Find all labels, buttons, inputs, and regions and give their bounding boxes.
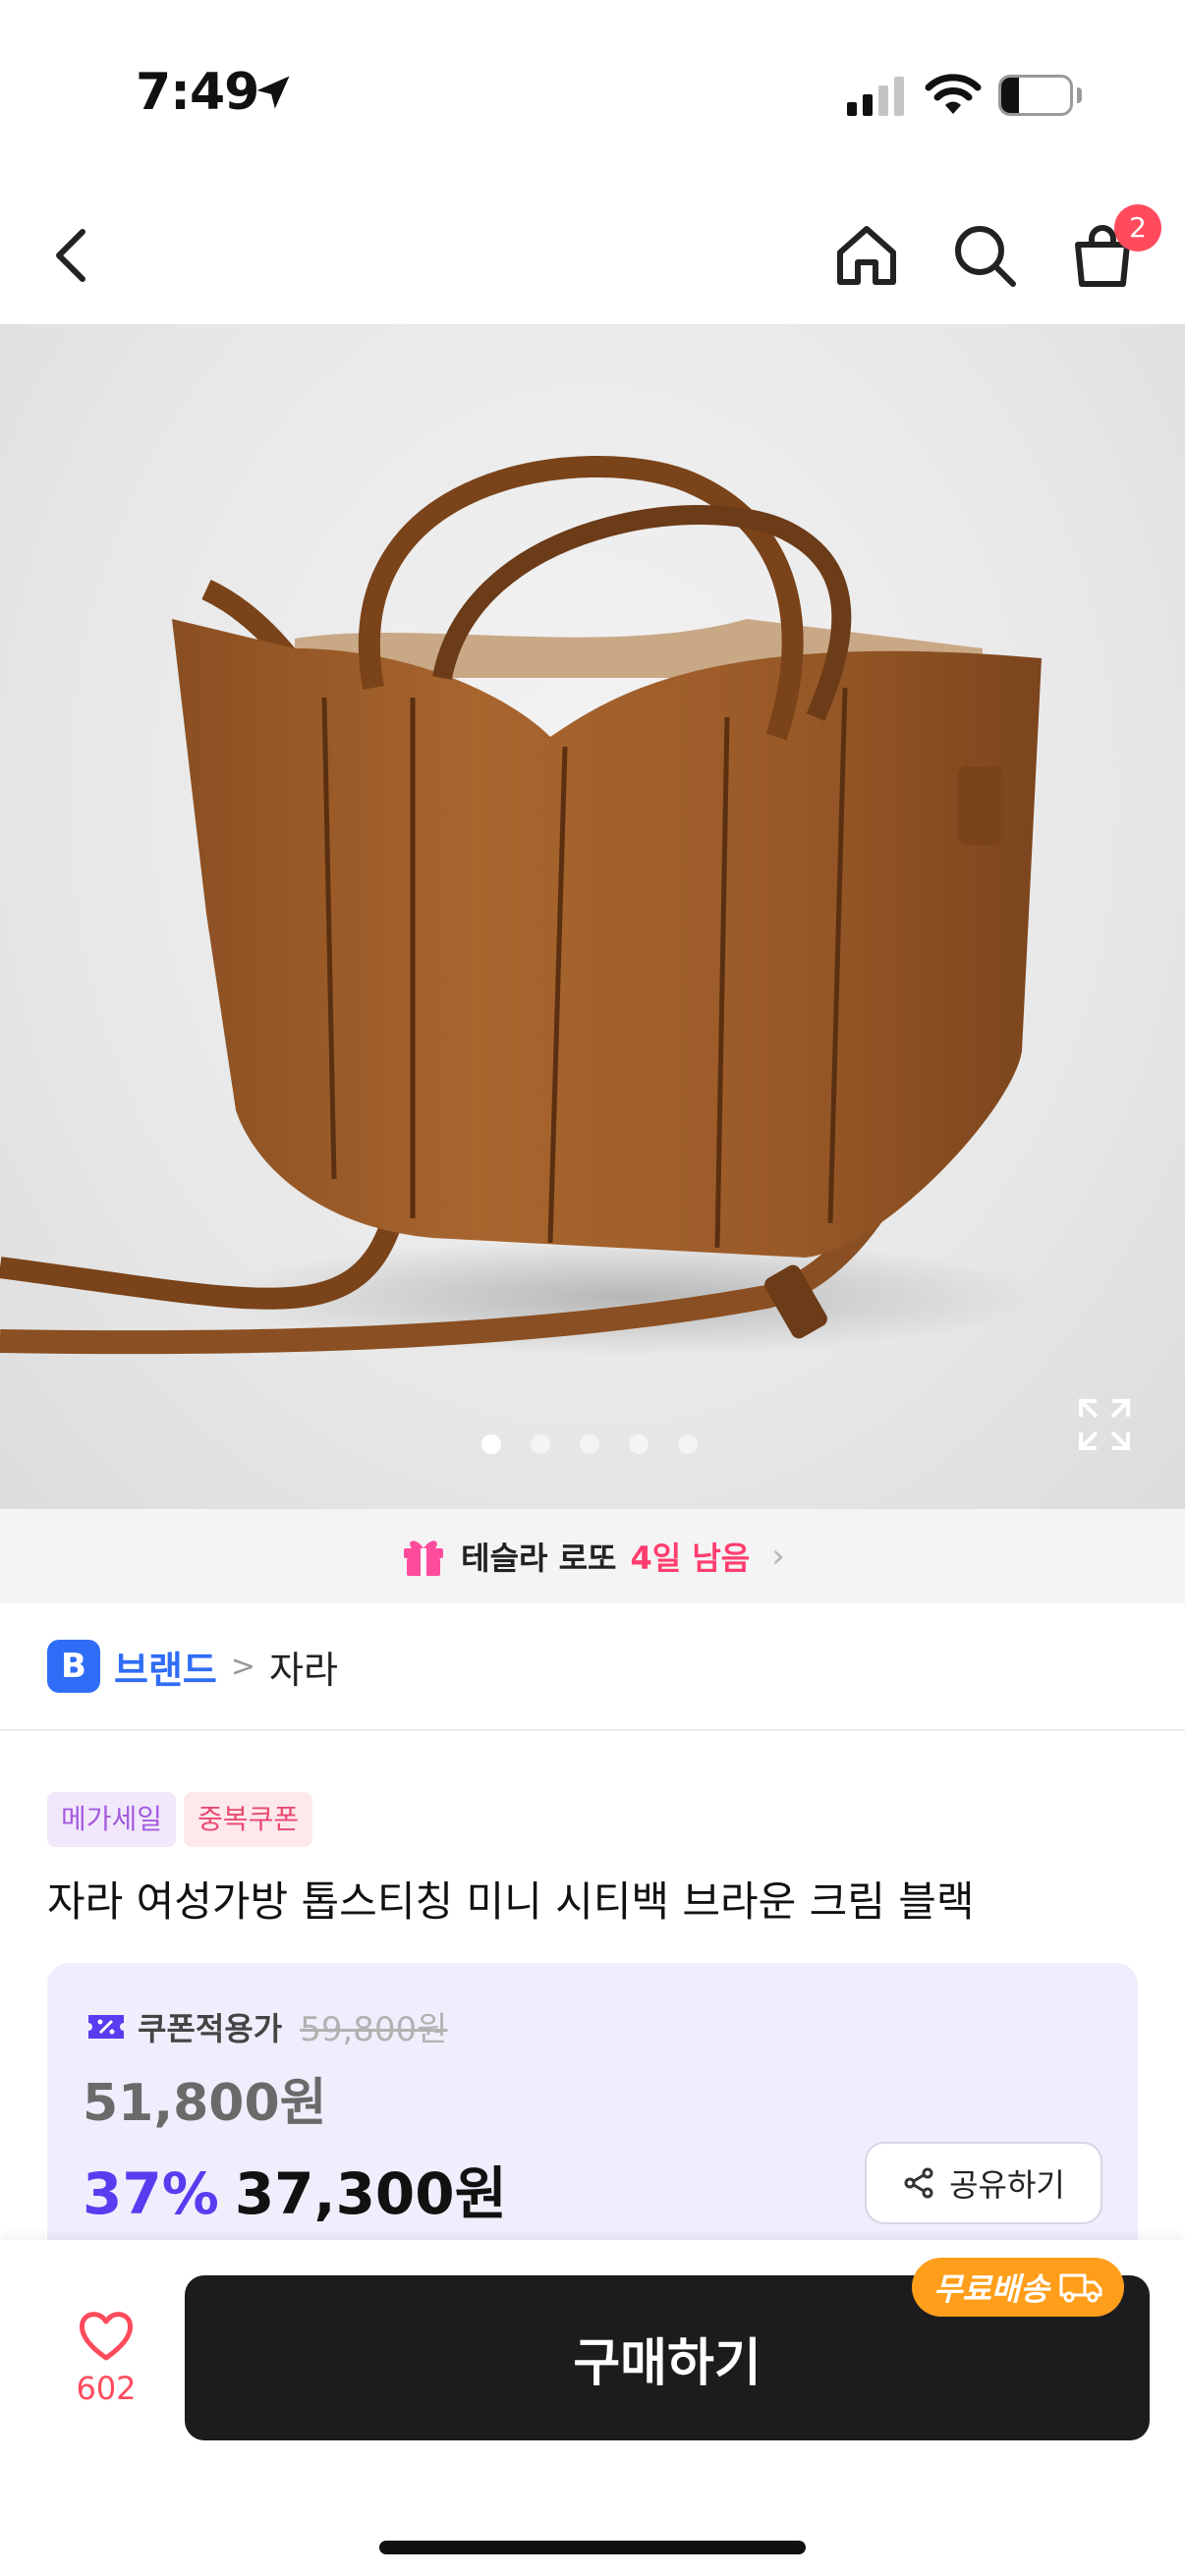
brand-row[interactable]: B 브랜드 > 자라	[0, 1603, 1185, 1731]
bag-illustration	[0, 455, 1042, 1356]
price-card: 쿠폰적용가 59,800원 51,800원 37% 37,300원 공유하기	[47, 1963, 1138, 2277]
coupon-icon	[88, 2014, 124, 2039]
promo-banner[interactable]: 테슬라 로또 4일 남음 ›	[0, 1509, 1185, 1603]
breadcrumb-separator: >	[230, 1649, 256, 1684]
share-icon	[904, 2167, 933, 2199]
original-price: 59,800원	[300, 2010, 448, 2049]
back-button[interactable]	[31, 216, 110, 295]
search-button[interactable]	[945, 216, 1024, 295]
brand-badge-icon: B	[47, 1640, 100, 1693]
share-button[interactable]: 공유하기	[865, 2142, 1102, 2224]
product-tags: 메가세일 중복쿠폰	[47, 1792, 313, 1847]
heart-icon	[80, 2312, 133, 2361]
status-time: 7:49	[136, 63, 259, 122]
discount-rate: 37%	[83, 2160, 219, 2227]
share-label: 공유하기	[949, 2166, 1065, 2204]
chevron-left-icon	[56, 229, 85, 282]
free-shipping-label: 무료배송	[933, 2270, 1049, 2308]
brand-label[interactable]: 브랜드	[114, 1640, 217, 1694]
search-icon	[955, 226, 1016, 287]
wifi-icon	[925, 74, 982, 114]
location-arrow-icon	[256, 76, 290, 109]
pagination-dot[interactable]	[629, 1434, 649, 1454]
coupon-price-label: 쿠폰적용가	[138, 2009, 283, 2047]
like-button[interactable]: 602	[47, 2309, 165, 2427]
sale-price: 51,800원	[83, 2074, 327, 2133]
battery-percent: 25	[1019, 82, 1058, 114]
tag-double-coupon: 중복쿠폰	[184, 1792, 313, 1847]
bottom-action-bar: 602 구매하기 무료배송	[0, 2240, 1185, 2576]
pagination-dot[interactable]	[531, 1434, 550, 1454]
promo-event-text: 테슬라 로또	[461, 1540, 617, 1577]
coupon-price-row: 쿠폰적용가 59,800원	[86, 2002, 447, 2050]
final-price-row: 37% 37,300원	[83, 2148, 507, 2230]
like-count: 602	[76, 2370, 137, 2407]
pagination-dot[interactable]	[481, 1434, 501, 1454]
cellular-signal-icon	[847, 77, 904, 116]
image-pagination	[481, 1434, 717, 1458]
home-icon	[837, 226, 896, 285]
pagination-dot[interactable]	[580, 1434, 599, 1454]
top-navigation	[0, 187, 1185, 324]
product-image[interactable]	[0, 324, 1185, 1509]
cart-count-badge: 2	[1114, 204, 1161, 252]
product-title: 자라 여성가방 톱스티칭 미니 시티백 브라운 크림 블랙	[47, 1877, 975, 1926]
battery-icon: 25	[998, 75, 1082, 116]
expand-icon[interactable]	[1075, 1395, 1134, 1454]
home-button[interactable]	[827, 216, 906, 295]
final-price: 37,300원	[234, 2160, 508, 2227]
tag-mega-sale: 메가세일	[47, 1792, 177, 1847]
home-indicator	[379, 2541, 806, 2554]
chevron-right-icon: ›	[771, 1537, 785, 1576]
promo-days-left: 4일 남음	[630, 1540, 751, 1577]
pagination-dot[interactable]	[678, 1434, 698, 1454]
brand-name[interactable]: 자라	[269, 1640, 338, 1694]
status-bar: 7:49 25	[0, 0, 1185, 187]
truck-icon	[1059, 2273, 1102, 2303]
free-shipping-badge: 무료배송	[912, 2258, 1124, 2317]
gift-icon	[404, 1540, 444, 1576]
